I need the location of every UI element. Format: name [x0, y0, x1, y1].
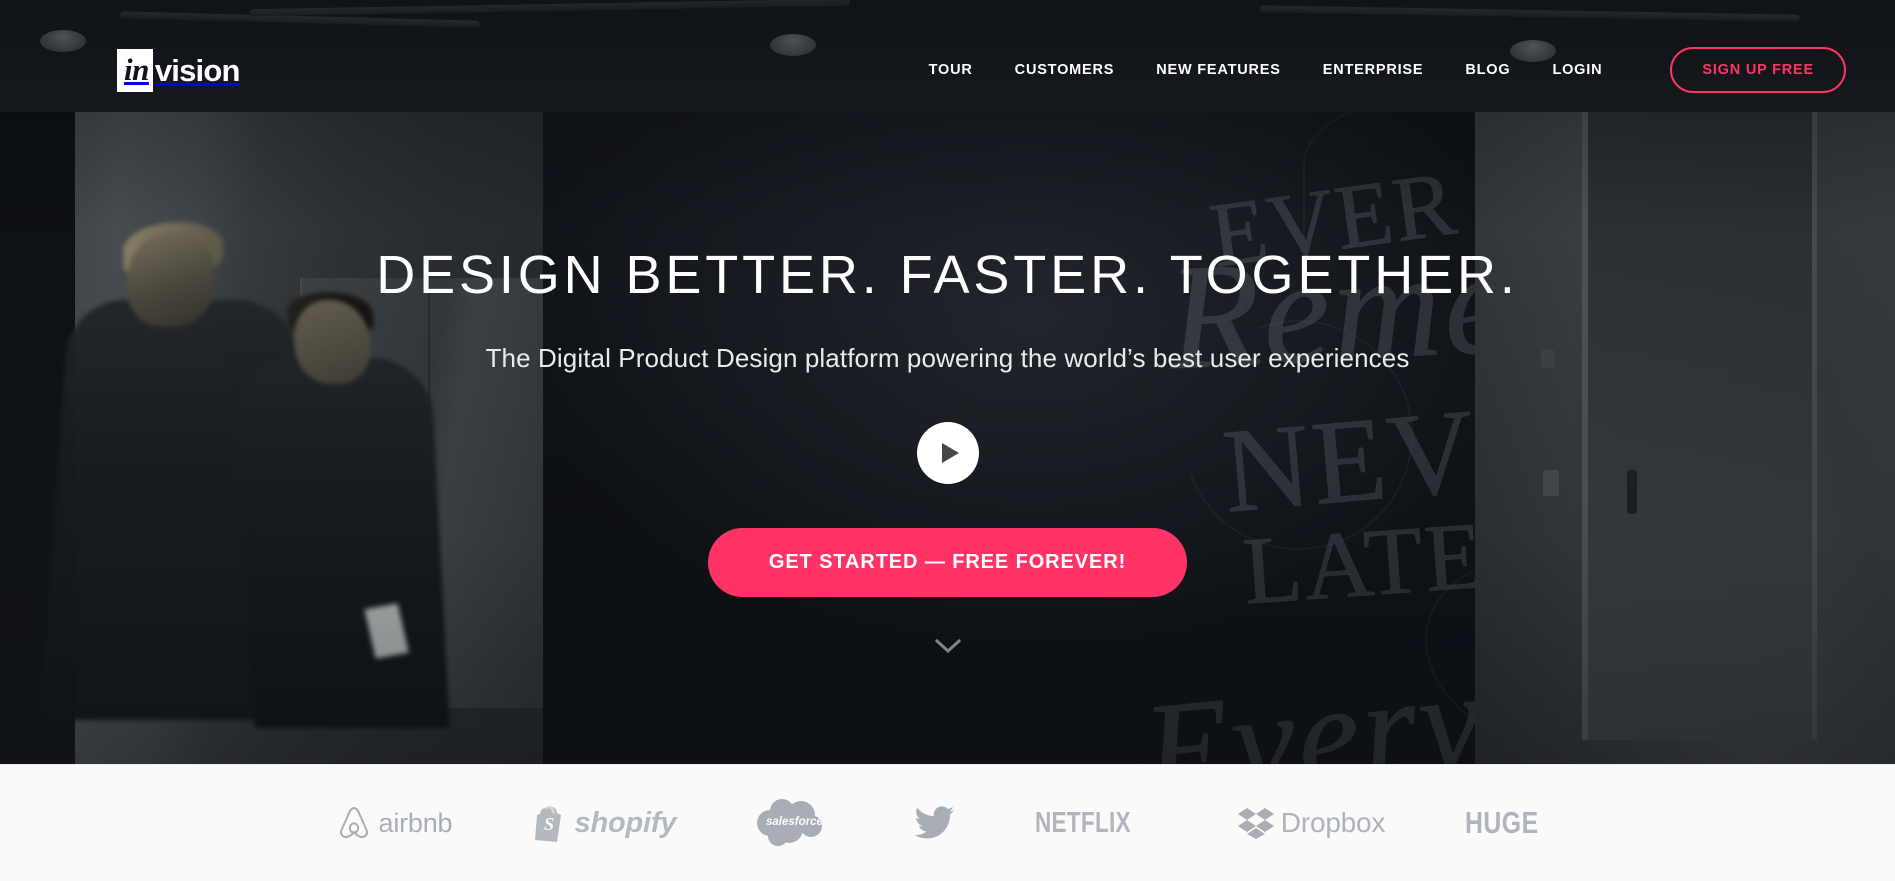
dropbox-icon: [1237, 808, 1274, 839]
logo-dropbox[interactable]: Dropbox: [1237, 796, 1386, 850]
svg-text:S: S: [544, 814, 554, 834]
nav-item-customers[interactable]: CUSTOMERS: [994, 62, 1136, 78]
logo-netflix[interactable]: NETFLIX: [1035, 796, 1158, 850]
airbnb-icon: [339, 806, 368, 839]
sign-up-free-button[interactable]: SIGN UP FREE: [1670, 47, 1846, 93]
shopify-bag-icon: S: [534, 806, 561, 842]
top-navigation-bar: in vision TOUR CUSTOMERS NEW FEATURES EN…: [0, 0, 1895, 140]
logo-huge-label: HUGE: [1465, 805, 1540, 840]
logo-salesforce[interactable]: salesforce salesforce: [756, 796, 834, 850]
logo-dropbox-label: Dropbox: [1280, 807, 1386, 838]
salesforce-cloud-icon: salesforce: [757, 799, 824, 846]
logo-twitter[interactable]: [914, 796, 955, 850]
logo-shopify-label: shopify: [574, 806, 677, 839]
twitter-bird-icon: [914, 806, 954, 839]
nav-item-login[interactable]: LOGIN: [1531, 62, 1623, 78]
invision-logo-word: vision: [154, 52, 241, 88]
hero-headline: DESIGN BETTER. FASTER. TOGETHER.: [376, 245, 1519, 305]
invision-logo[interactable]: in vision: [117, 48, 241, 92]
customer-logo-strip: airbnb S shopify salesforce NETFLIX Drop…: [0, 764, 1895, 881]
hero-subheadline: The Digital Product Design platform powe…: [485, 343, 1410, 373]
scroll-down-chevron-icon[interactable]: [934, 639, 961, 665]
logo-huge[interactable]: HUGE: [1465, 796, 1557, 850]
logo-shopify[interactable]: S shopify: [533, 796, 677, 850]
get-started-button[interactable]: GET STARTED — FREE FOREVER!: [707, 528, 1188, 597]
nav-item-tour[interactable]: TOUR: [908, 62, 994, 78]
nav-item-enterprise[interactable]: ENTERPRISE: [1302, 62, 1445, 78]
nav-item-blog[interactable]: BLOG: [1444, 62, 1531, 78]
nav-links: TOUR CUSTOMERS NEW FEATURES ENTERPRISE B…: [908, 47, 1846, 93]
invision-logo-mark: in: [117, 48, 153, 92]
svg-text:salesforce: salesforce: [766, 816, 824, 828]
logo-airbnb-label: airbnb: [378, 807, 453, 838]
hero-section: EVER NOTICE Remember NEVER LATER DESIGN …: [0, 0, 1895, 764]
play-icon: [941, 443, 959, 463]
play-video-button[interactable]: [916, 422, 979, 484]
logo-netflix-label: NETFLIX: [1034, 806, 1131, 839]
nav-item-new-features[interactable]: NEW FEATURES: [1135, 62, 1302, 78]
logo-airbnb[interactable]: airbnb: [338, 796, 453, 850]
